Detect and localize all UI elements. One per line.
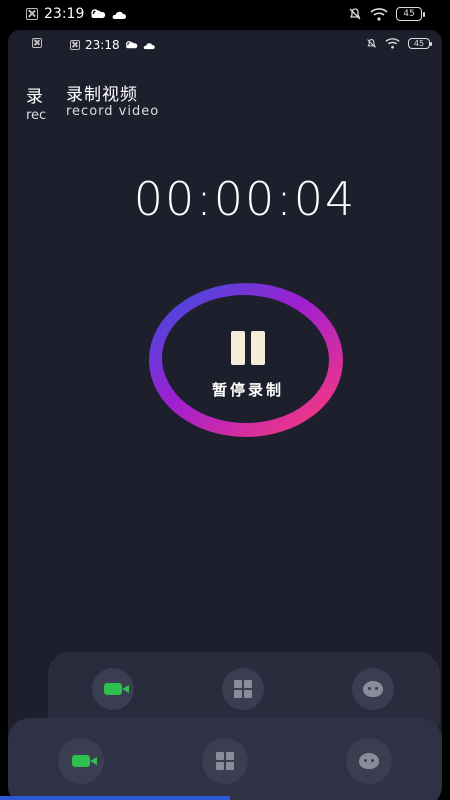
chat-face-icon [359, 753, 379, 769]
weather-cloud-icon [91, 9, 106, 18]
weather-cloud-icon [125, 41, 137, 49]
cloud-icon [113, 11, 127, 19]
status-bar: 23:19 45 [0, 0, 450, 30]
ghost-title-cn: 录 [26, 87, 43, 107]
wifi-icon [385, 38, 400, 49]
apps-grid-icon [234, 680, 252, 698]
tab-record-back[interactable] [92, 668, 134, 710]
page-subtitle: record video [66, 104, 160, 119]
cloud-icon [143, 42, 155, 49]
inner-status-bar: 23:18 45 [8, 38, 442, 56]
wifi-icon [370, 7, 388, 21]
notification-close-icon [26, 8, 38, 20]
inner-status-time: 23:18 [85, 38, 120, 52]
battery-icon: 45 [408, 38, 432, 49]
apps-grid-icon [216, 752, 234, 770]
pause-record-label: 暂停录制 [211, 380, 284, 399]
status-time: 23:19 [44, 6, 85, 22]
tab-apps[interactable] [202, 738, 248, 784]
page-title: 录制视频 [66, 85, 138, 105]
tab-chat[interactable] [346, 738, 392, 784]
pause-icon [231, 330, 265, 365]
pause-record-button[interactable]: 暂停录制 [148, 282, 348, 442]
battery-icon: 45 [396, 7, 425, 21]
gesture-bar [0, 796, 230, 800]
mute-bell-icon [349, 8, 361, 20]
tab-apps-back[interactable] [222, 668, 264, 710]
mute-bell-icon [367, 39, 376, 48]
tab-bar [8, 718, 442, 800]
recording-timer: 00:00:04 [133, 172, 357, 226]
tab-record[interactable] [58, 738, 104, 784]
ghost-title-en: rec [26, 108, 47, 123]
video-camera-icon [104, 683, 129, 695]
chat-face-icon [363, 681, 383, 697]
notification-close-icon [70, 40, 80, 50]
tab-chat-back[interactable] [352, 668, 394, 710]
video-camera-icon [72, 755, 97, 767]
